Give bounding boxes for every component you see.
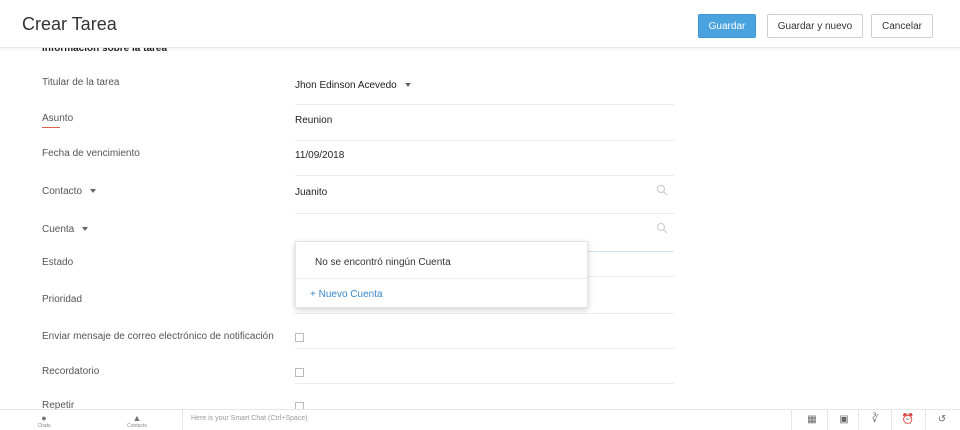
contact-label: Contacto	[42, 186, 83, 197]
row-due-date: Fecha de vencimiento 11/09/2018	[42, 148, 674, 178]
subject-input[interactable]: Reunion	[295, 113, 674, 141]
account-lookup-dropdown: No se encontró ningún Cuenta + Nuevo Cue…	[295, 241, 588, 308]
due-date-input[interactable]: 11/09/2018	[295, 148, 674, 176]
notify-label: Enviar mensaje de correo electrónico de …	[42, 331, 274, 342]
due-date-value: 11/09/2018	[295, 150, 345, 161]
owner-select[interactable]: Jhon Edinson Acevedo	[295, 77, 674, 105]
save-and-new-button[interactable]: Guardar y nuevo	[767, 14, 863, 38]
smart-chat-input[interactable]: Here is your Smart Chat (Ctrl+Space)	[182, 410, 792, 430]
bottom-bar: ● Chats ▲ Contacts Here is your Smart Ch…	[0, 409, 960, 430]
owner-value: Jhon Edinson Acevedo	[295, 80, 397, 91]
divider	[925, 410, 926, 430]
reminder-label: Recordatorio	[42, 366, 100, 377]
page-header: Crear Tarea Guardar Guardar y nuevo Canc…	[0, 0, 960, 48]
priority-label: Prioridad	[42, 294, 83, 305]
required-indicator	[42, 127, 60, 128]
chats-button[interactable]: ● Chats	[29, 413, 59, 429]
contact-value: Juanito	[295, 187, 328, 198]
row-contact: Contacto Juanito	[42, 184, 674, 216]
row-reminder: Recordatorio	[42, 366, 674, 396]
gamepad-icon[interactable]: ▦	[803, 413, 821, 427]
search-icon[interactable]	[656, 184, 668, 196]
row-notify: Enviar mensaje de correo electrónico de …	[42, 331, 674, 361]
save-button[interactable]: Guardar	[698, 14, 756, 38]
cancel-button[interactable]: Cancelar	[871, 14, 933, 38]
search-icon[interactable]	[656, 222, 668, 234]
account-label-select[interactable]: Cuenta	[42, 224, 89, 235]
translate-icon[interactable]: ∛	[866, 413, 884, 427]
reminder-field	[295, 366, 674, 384]
account-label: Cuenta	[42, 224, 75, 235]
chats-label: Chats	[37, 423, 51, 429]
contact-label-select[interactable]: Contacto	[42, 186, 97, 197]
no-results-message: No se encontró ningún Cuenta	[315, 257, 451, 268]
subject-label: Asunto	[42, 113, 74, 124]
divider	[827, 410, 828, 430]
notes-icon[interactable]: ▣	[835, 413, 853, 427]
chevron-down-icon	[90, 189, 97, 194]
owner-label: Titular de la tarea	[42, 77, 120, 88]
subject-value: Reunion	[295, 115, 333, 126]
alarm-icon[interactable]: ⏰	[899, 413, 917, 427]
chevron-down-icon	[404, 83, 411, 88]
due-date-label: Fecha de vencimiento	[42, 148, 140, 159]
person-icon: ▲	[132, 413, 142, 423]
row-owner: Titular de la tarea Jhon Edinson Acevedo	[42, 77, 674, 107]
divider	[858, 410, 859, 430]
page-title: Crear Tarea	[22, 14, 117, 34]
contacts-label: Contacts	[127, 423, 147, 429]
new-account-link[interactable]: + Nuevo Cuenta	[310, 289, 383, 300]
chat-icon: ●	[41, 413, 47, 423]
row-subject: Asunto Reunion	[42, 113, 674, 143]
contact-lookup-input[interactable]: Juanito	[295, 184, 674, 214]
contacts-button[interactable]: ▲ Contacts	[122, 413, 152, 429]
smart-chat-placeholder: Here is your Smart Chat (Ctrl+Space)	[191, 415, 308, 422]
history-icon[interactable]: ↺	[933, 413, 951, 427]
divider	[891, 410, 892, 430]
reminder-checkbox[interactable]	[295, 368, 304, 377]
status-label: Estado	[42, 257, 74, 268]
notify-field	[295, 331, 674, 349]
notify-checkbox[interactable]	[295, 333, 304, 342]
chevron-down-icon	[82, 227, 89, 232]
dropdown-divider	[296, 278, 587, 279]
